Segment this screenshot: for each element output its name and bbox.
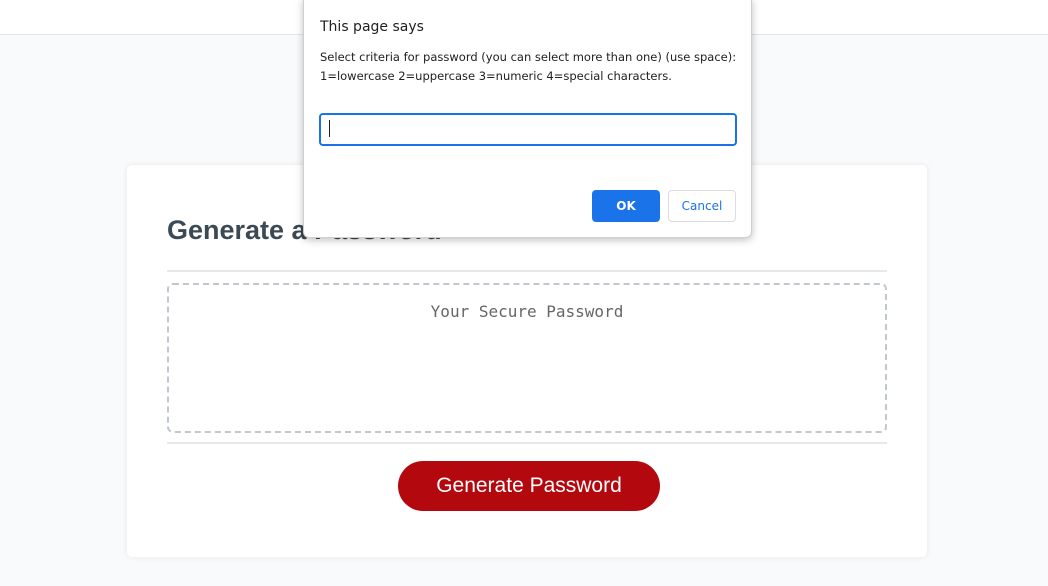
dialog-message: Select criteria for password (you can se…	[320, 50, 737, 83]
dialog-title: This page says	[320, 19, 424, 35]
cancel-button[interactable]: Cancel	[668, 190, 736, 222]
dialog-text-input[interactable]	[319, 113, 737, 146]
ok-button[interactable]: OK	[592, 190, 660, 222]
password-output[interactable]	[167, 283, 887, 433]
prompt-dialog: This page says Select criteria for passw…	[303, 0, 752, 238]
card-footer-divider	[167, 442, 887, 444]
text-caret	[329, 120, 330, 137]
generate-password-button[interactable]: Generate Password	[398, 461, 660, 511]
card-header-divider	[167, 270, 887, 272]
